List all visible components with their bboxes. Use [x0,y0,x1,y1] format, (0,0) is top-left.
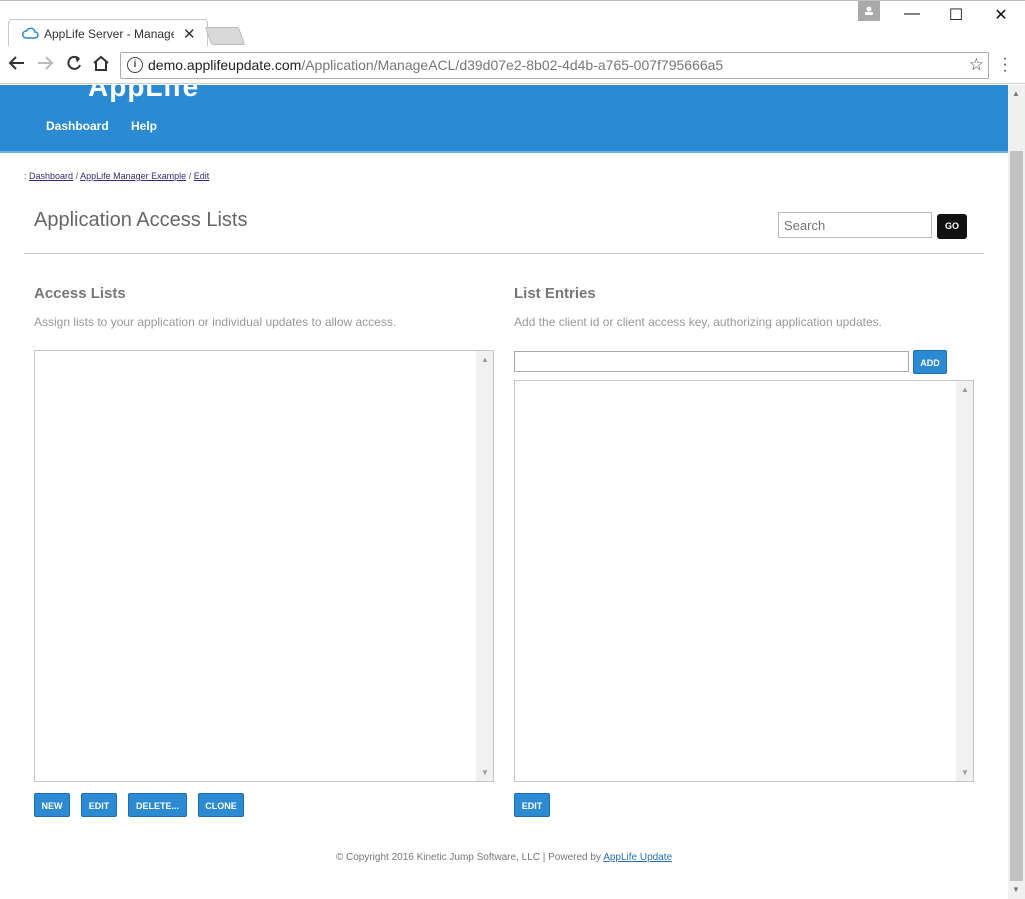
breadcrumb-applife-manager-example[interactable]: AppLife Manager Example [80,171,186,181]
footer-link[interactable]: AppLife Update [603,852,672,863]
tab-close-icon[interactable]: ✕ [183,25,196,43]
back-arrow-icon[interactable] [6,54,28,77]
page-title: Application Access Lists [34,209,248,231]
page-scrollbar[interactable]: ▲ ▼ [1008,85,1025,899]
scroll-down-arrow-icon[interactable]: ▼ [481,768,489,777]
page-content: AppLife Dashboard Help : Dashboard / App… [0,85,1008,899]
list-entries-listbox[interactable]: ▲ ▼ [514,380,974,782]
delete-button[interactable]: DELETE... [128,793,187,817]
nav-dashboard[interactable]: Dashboard [46,119,109,133]
scroll-up-arrow-icon[interactable]: ▲ [1012,89,1020,98]
edit-entry-button[interactable]: EDIT [514,793,550,817]
breadcrumb-edit[interactable]: Edit [194,171,210,181]
clone-button[interactable]: CLONE [198,793,244,817]
scroll-up-arrow-icon[interactable]: ▲ [481,355,489,364]
list-entries-description: Add the client id or client access key, … [514,315,882,329]
address-bar[interactable]: i demo.applifeupdate.com/Application/Man… [120,52,989,79]
scroll-down-arrow-icon[interactable]: ▼ [1012,885,1020,894]
header-banner: AppLife Dashboard Help [0,85,1008,153]
url-text: demo.applifeupdate.com/Application/Manag… [148,57,724,73]
list-entries-title: List Entries [514,285,596,302]
footer: © Copyright 2016 Kinetic Jump Software, … [0,852,1008,863]
cloud-favicon-icon [22,27,39,39]
site-logo[interactable]: AppLife [88,85,199,103]
go-button[interactable]: GO [937,214,967,239]
scroll-down-arrow-icon[interactable]: ▼ [961,768,969,777]
listbox-scrollbar[interactable]: ▲ ▼ [476,351,493,781]
close-window-button[interactable]: ✕ [986,5,1016,25]
breadcrumb-separator: / [75,171,79,181]
entry-input[interactable] [514,351,909,372]
info-icon[interactable]: i [127,57,143,73]
access-lists-description: Assign lists to your application or indi… [34,315,397,329]
access-lists-title: Access Lists [34,285,126,302]
listbox-scrollbar[interactable]: ▲ ▼ [956,381,973,781]
forward-arrow-icon[interactable] [34,54,56,77]
edit-list-button[interactable]: EDIT [81,793,117,817]
reload-icon[interactable] [63,54,85,77]
minimize-button[interactable]: — [897,5,927,23]
breadcrumb: : Dashboard / AppLife Manager Example / … [24,171,209,181]
new-tab-button[interactable] [204,27,246,45]
breadcrumb-prefix: : [24,171,27,181]
star-icon[interactable]: ☆ [969,55,984,75]
breadcrumb-dashboard[interactable]: Dashboard [29,171,73,181]
breadcrumb-separator: / [188,171,192,181]
nav-help[interactable]: Help [131,119,157,133]
divider [24,253,984,254]
browser-tab-strip: AppLife Server - Manage ✕ — ☐ ✕ [0,0,1025,48]
scroll-up-arrow-icon[interactable]: ▲ [961,385,969,394]
maximize-button[interactable]: ☐ [941,5,971,25]
user-profile-icon[interactable] [858,1,880,21]
search-input[interactable] [778,212,932,238]
browser-toolbar: i demo.applifeupdate.com/Application/Man… [0,46,1025,84]
new-button[interactable]: NEW [34,793,70,817]
home-icon[interactable] [90,54,112,77]
access-lists-listbox[interactable]: ▲ ▼ [34,350,494,782]
scrollbar-thumb[interactable] [1010,151,1023,881]
add-button[interactable]: ADD [913,350,947,374]
tab-title: AppLife Server - Manage [44,27,174,41]
menu-dots-icon[interactable]: · · · [1000,51,1010,79]
footer-text: © Copyright 2016 Kinetic Jump Software, … [335,852,601,863]
